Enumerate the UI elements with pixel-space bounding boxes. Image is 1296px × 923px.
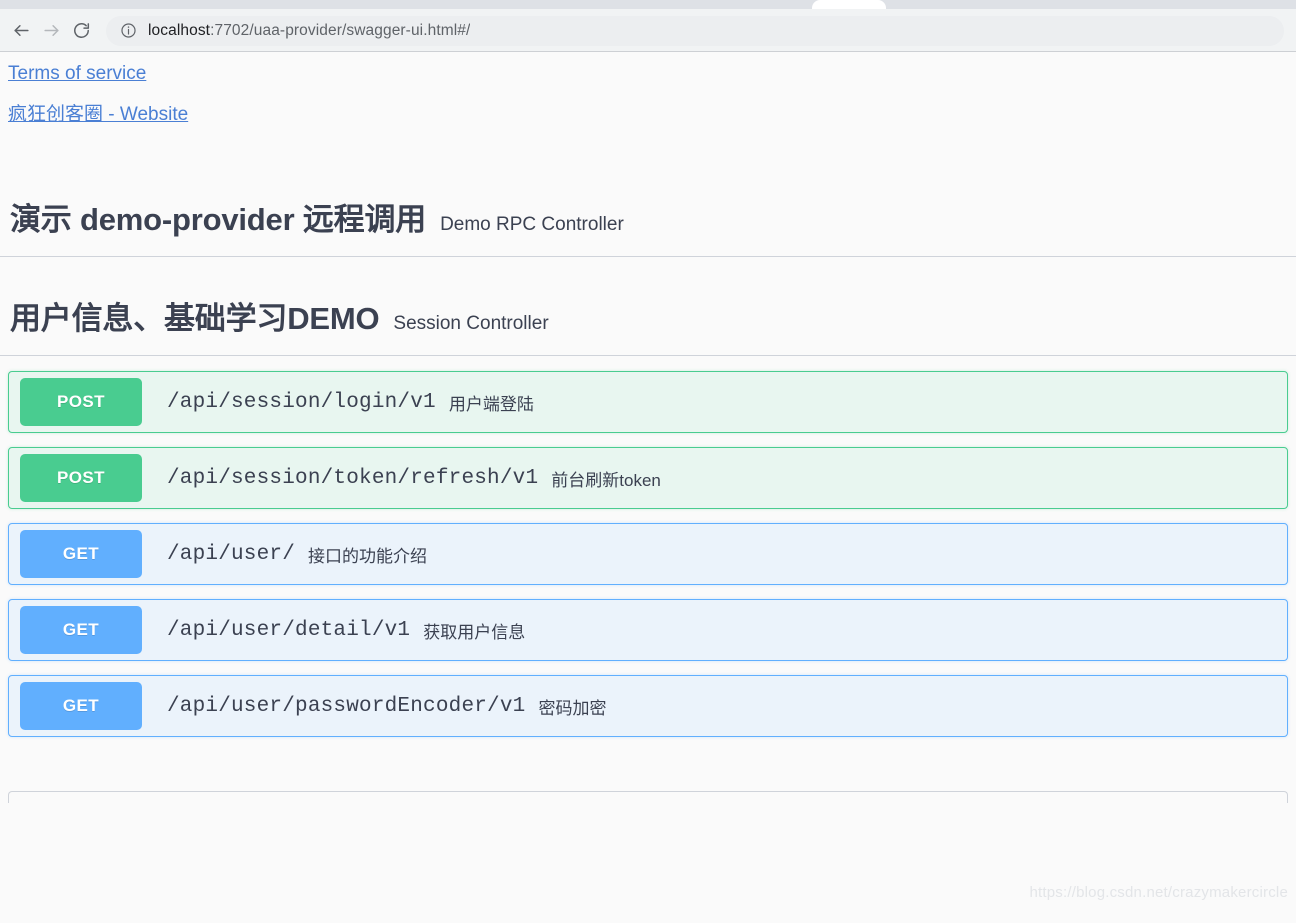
operation-list: POST /api/session/login/v1 用户端登陆 POST /a… [0, 371, 1296, 737]
operation-path: /api/session/login/v1 [167, 390, 436, 414]
forward-arrow-icon[interactable] [36, 16, 66, 46]
http-method-badge: GET [20, 530, 142, 578]
tag-header[interactable]: 用户信息、基础学习DEMO Session Controller [0, 293, 1296, 355]
reload-icon[interactable] [66, 16, 96, 46]
tag-description: Demo RPC Controller [440, 214, 624, 235]
operation-summary: 获取用户信息 [423, 622, 526, 642]
address-bar-url: localhost:7702/uaa-provider/swagger-ui.h… [148, 22, 470, 40]
operation-row-partial[interactable] [8, 791, 1288, 803]
operation-summary: 用户端登陆 [448, 394, 534, 414]
operation-path: /api/user/detail/v1 [167, 618, 411, 642]
http-method-badge: POST [20, 378, 142, 426]
http-method-badge: GET [20, 682, 142, 730]
operation-row[interactable]: GET /api/user/detail/v1 获取用户信息 [8, 599, 1288, 661]
operation-summary: 密码加密 [538, 698, 607, 718]
address-bar[interactable]: localhost:7702/uaa-provider/swagger-ui.h… [106, 15, 1284, 46]
url-host: localhost [148, 21, 211, 39]
browser-window: localhost:7702/uaa-provider/swagger-ui.h… [0, 0, 1296, 923]
tag-header[interactable]: 演示 demo-provider 远程调用 Demo RPC Controlle… [0, 194, 1296, 256]
tag-section-session: 用户信息、基础学习DEMO Session Controller POST /a… [0, 293, 1296, 737]
operation-row[interactable]: POST /api/session/login/v1 用户端登陆 [8, 371, 1288, 433]
tag-section-demo-rpc: 演示 demo-provider 远程调用 Demo RPC Controlle… [0, 194, 1296, 257]
api-info-links: Terms of service 疯狂创客圈 - Website [0, 52, 1296, 124]
operation-row[interactable]: GET /api/user/ 接口的功能介绍 [8, 523, 1288, 585]
terms-of-service-link[interactable]: Terms of service [8, 64, 146, 83]
operation-path: /api/user/ [167, 542, 296, 566]
browser-tab-active[interactable] [812, 0, 886, 9]
operation-row[interactable]: POST /api/session/token/refresh/v1 前台刷新t… [8, 447, 1288, 509]
operation-summary: 接口的功能介绍 [308, 546, 428, 566]
website-link[interactable]: 疯狂创客圈 - Website [8, 105, 188, 124]
tag-description: Session Controller [393, 313, 549, 334]
url-path: :7702/uaa-provider/swagger-ui.html#/ [210, 21, 471, 39]
http-method-badge: POST [20, 454, 142, 502]
operation-path: /api/session/token/refresh/v1 [167, 466, 539, 490]
operation-path: /api/user/passwordEncoder/v1 [167, 694, 526, 718]
operation-row[interactable]: GET /api/user/passwordEncoder/v1 密码加密 [8, 675, 1288, 737]
page-content: Terms of service 疯狂创客圈 - Website 演示 demo… [0, 52, 1296, 923]
tag-title: 用户信息、基础学习DEMO [10, 301, 380, 336]
tab-strip [0, 0, 1296, 9]
tag-title: 演示 demo-provider 远程调用 [10, 202, 427, 237]
operation-summary: 前台刷新token [551, 470, 661, 490]
http-method-badge: GET [20, 606, 142, 654]
browser-toolbar: localhost:7702/uaa-provider/swagger-ui.h… [0, 9, 1296, 52]
watermark: https://blog.csdn.net/crazymakercircle [1029, 884, 1288, 901]
back-arrow-icon[interactable] [6, 16, 36, 46]
tag-divider [0, 355, 1296, 356]
info-circle-icon[interactable] [120, 22, 137, 39]
